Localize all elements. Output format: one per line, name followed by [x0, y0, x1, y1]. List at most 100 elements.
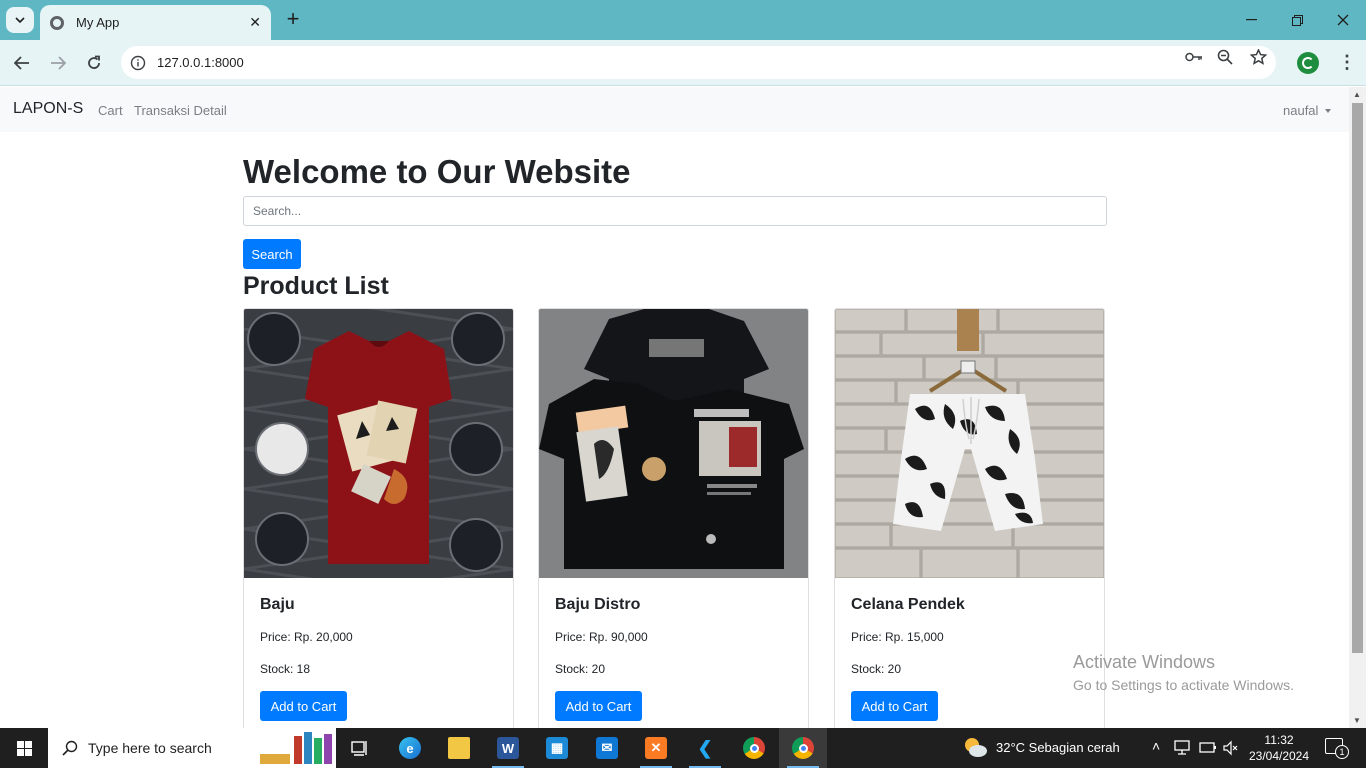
- edge-icon: e: [399, 737, 421, 759]
- search-input[interactable]: [243, 196, 1107, 226]
- network-icon[interactable]: [1174, 740, 1192, 756]
- clock-date: 23/04/2024: [1248, 749, 1310, 763]
- taskbar-store[interactable]: ▦: [533, 728, 581, 768]
- restore-icon: [1291, 14, 1303, 26]
- product-name: Baju Distro: [555, 596, 641, 613]
- taskbar-clock[interactable]: 11:32 23/04/2024: [1248, 732, 1310, 764]
- word-icon: W: [497, 737, 519, 759]
- arrow-right-icon: [51, 56, 66, 70]
- minimize-button[interactable]: [1228, 0, 1274, 40]
- window-close-button[interactable]: [1320, 0, 1366, 40]
- bookmark-star-icon[interactable]: [1247, 46, 1269, 68]
- profile-icon: [1302, 57, 1314, 69]
- arrow-left-icon: [14, 56, 29, 70]
- back-button[interactable]: [8, 49, 36, 77]
- product-stock: Stock: 20: [555, 662, 606, 676]
- product-name: Baju: [260, 596, 295, 613]
- tab-search-button[interactable]: [6, 7, 34, 33]
- reload-button[interactable]: [80, 49, 108, 77]
- nav-link-cart[interactable]: Cart: [98, 103, 123, 118]
- chrome-icon: [743, 737, 765, 759]
- taskbar-chrome[interactable]: [730, 728, 778, 768]
- notification-badge: 1: [1335, 745, 1349, 759]
- product-card: Baju Distro Price: Rp. 90,000 Stock: 20 …: [538, 308, 809, 728]
- taskbar-xampp[interactable]: ✕: [632, 728, 680, 768]
- product-stock: Stock: 20: [851, 662, 902, 676]
- chevron-down-icon: [15, 17, 25, 23]
- xampp-icon: ✕: [645, 737, 667, 759]
- tab-title: My App: [76, 15, 120, 30]
- clock-time: 11:32: [1264, 733, 1294, 747]
- taskbar-search-placeholder: Type here to search: [88, 740, 212, 756]
- mail-icon: ✉: [596, 737, 618, 759]
- search-button[interactable]: Search: [243, 239, 301, 269]
- folder-icon: [448, 737, 470, 759]
- search-icon: [62, 740, 78, 756]
- taskbar-vscode[interactable]: ❮: [681, 728, 729, 768]
- store-icon: ▦: [546, 737, 568, 759]
- product-card: Baju Price: Rp. 20,000 Stock: 18 Add to …: [243, 308, 514, 728]
- task-view-icon: [351, 741, 367, 756]
- scroll-up-icon[interactable]: ▲: [1353, 90, 1361, 99]
- add-to-cart-button[interactable]: Add to Cart: [851, 691, 938, 721]
- chrome-profile-icon: [792, 737, 814, 759]
- zoom-icon[interactable]: [1214, 46, 1236, 68]
- taskbar-mail[interactable]: ✉: [583, 728, 631, 768]
- product-name: Celana Pendek: [851, 596, 965, 613]
- scroll-thumb[interactable]: [1352, 103, 1363, 653]
- weather-text: 32°C Sebagian cerah: [996, 739, 1120, 755]
- forward-button[interactable]: [44, 49, 72, 77]
- battery-icon[interactable]: [1199, 740, 1217, 756]
- windows-logo-icon: [16, 740, 32, 756]
- start-button[interactable]: [0, 728, 48, 768]
- reload-icon: [88, 55, 100, 69]
- add-to-cart-button[interactable]: Add to Cart: [555, 691, 642, 721]
- close-icon[interactable]: ✕: [249, 14, 261, 31]
- windows-taskbar: Type here to search e W ▦ ✉ ✕ ❮ 32°C Seb…: [0, 728, 1366, 768]
- books-icon: [260, 732, 332, 764]
- product-stock: Stock: 18: [260, 662, 311, 676]
- product-card: Celana Pendek Price: Rp. 15,000 Stock: 2…: [834, 308, 1105, 728]
- close-icon: [1337, 14, 1349, 26]
- restore-button[interactable]: [1274, 0, 1320, 40]
- taskbar-word[interactable]: W: [484, 728, 532, 768]
- site-navbar: LAPON-S Cart Transaksi Detail naufal: [0, 87, 1349, 132]
- key-icon[interactable]: [1183, 46, 1205, 68]
- browser-menu-icon[interactable]: ⋮: [1338, 50, 1356, 76]
- page-scrollbar[interactable]: ▲ ▼: [1349, 87, 1366, 728]
- taskbar-file-explorer[interactable]: [435, 728, 483, 768]
- profile-avatar[interactable]: [1297, 52, 1319, 74]
- user-dropdown[interactable]: naufal: [1283, 103, 1332, 118]
- task-view-button[interactable]: [336, 728, 384, 768]
- site-brand[interactable]: LAPON-S: [13, 100, 83, 118]
- user-name: naufal: [1283, 103, 1319, 118]
- page-title: Welcome to Our Website: [243, 153, 631, 190]
- weather-widget[interactable]: 32°C Sebagian cerah: [962, 736, 1120, 758]
- caret-down-icon: [1325, 109, 1332, 113]
- chevron-up-icon[interactable]: ˄: [1152, 738, 1160, 754]
- browser-toolbar: 127.0.0.1:8000: [0, 40, 1366, 86]
- globe-icon: [50, 15, 64, 30]
- taskbar-chrome-profile[interactable]: [779, 728, 827, 768]
- partly-sunny-icon: [965, 738, 987, 757]
- product-price: Price: Rp. 90,000: [555, 630, 648, 644]
- nav-link-transaksi-detail[interactable]: Transaksi Detail: [134, 103, 227, 118]
- browser-tab[interactable]: My App ✕: [40, 5, 271, 40]
- product-image-floral-shorts: [835, 309, 1104, 578]
- watermark-title: Activate Windows: [1073, 652, 1216, 672]
- watermark-subtitle: Go to Settings to activate Windows.: [1073, 677, 1294, 693]
- activate-windows-watermark: Activate Windows Go to Settings to activ…: [1073, 652, 1294, 693]
- taskbar-search[interactable]: Type here to search: [48, 728, 336, 768]
- product-price: Price: Rp. 15,000: [851, 630, 944, 644]
- new-tab-button[interactable]: +: [282, 8, 304, 30]
- site-info-icon[interactable]: [127, 52, 149, 74]
- address-bar[interactable]: 127.0.0.1:8000: [121, 46, 1276, 79]
- product-image-red-tshirt: [244, 309, 513, 578]
- add-to-cart-button[interactable]: Add to Cart: [260, 691, 347, 721]
- page-viewport: LAPON-S Cart Transaksi Detail naufal Wel…: [0, 87, 1349, 728]
- product-image-black-tshirt: [539, 309, 808, 578]
- product-list-title: Product List: [243, 272, 389, 300]
- taskbar-edge[interactable]: e: [386, 728, 434, 768]
- scroll-down-icon[interactable]: ▼: [1353, 716, 1361, 725]
- speaker-muted-icon[interactable]: [1222, 740, 1238, 756]
